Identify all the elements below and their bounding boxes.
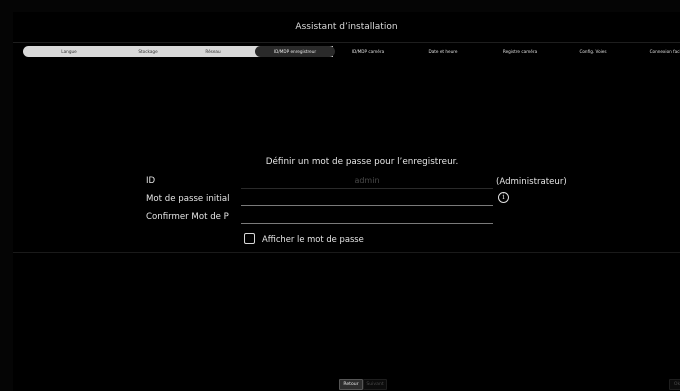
step-idmdp-enregistreur[interactable]: ID/MDP enregistreur	[255, 46, 335, 57]
id-field: admin	[354, 176, 380, 185]
initial-password-field[interactable]	[241, 193, 493, 205]
id-label: ID	[146, 176, 156, 186]
info-icon[interactable]: i	[498, 192, 509, 203]
initial-password-label: Mot de passe initial	[146, 194, 230, 204]
confirm-password-field[interactable]	[241, 211, 493, 223]
confirm-password-label: Confirmer Mot de P	[146, 212, 229, 222]
step-registre-camera[interactable]: Registre caméra	[480, 46, 560, 57]
step-idmdp-camera[interactable]: ID/MDP caméra	[328, 46, 408, 57]
back-button[interactable]: Retour	[339, 379, 363, 390]
step-date-heure[interactable]: Date et heure	[403, 46, 483, 57]
confirm-password-underline	[241, 223, 493, 224]
form-heading: Définir un mot de passe pour l’enregistr…	[265, 157, 459, 167]
step-reseau[interactable]: Réseau	[173, 46, 253, 57]
step-langue[interactable]: Langue	[29, 46, 109, 57]
next-button[interactable]: Suivant	[363, 379, 387, 390]
show-password-checkbox[interactable]	[244, 233, 255, 244]
step-connexion-facile[interactable]: Connexion facile	[627, 46, 680, 57]
id-role-label: (Administrateur)	[496, 177, 567, 187]
initial-password-underline	[241, 205, 493, 206]
setup-wizard-window: Assistant d’installation Langue Stockage…	[13, 12, 680, 391]
ok-button[interactable]: Ok	[669, 379, 680, 390]
id-field-underline	[241, 188, 493, 189]
content-divider	[13, 252, 680, 253]
wizard-steps: Langue Stockage Réseau ID/MDP enregistre…	[23, 46, 680, 57]
wizard-title: Assistant d’installation	[295, 22, 398, 32]
show-password-label[interactable]: Afficher le mot de passe	[262, 234, 364, 244]
title-divider	[13, 42, 680, 43]
step-config-voies[interactable]: Config. Voies	[553, 46, 633, 57]
